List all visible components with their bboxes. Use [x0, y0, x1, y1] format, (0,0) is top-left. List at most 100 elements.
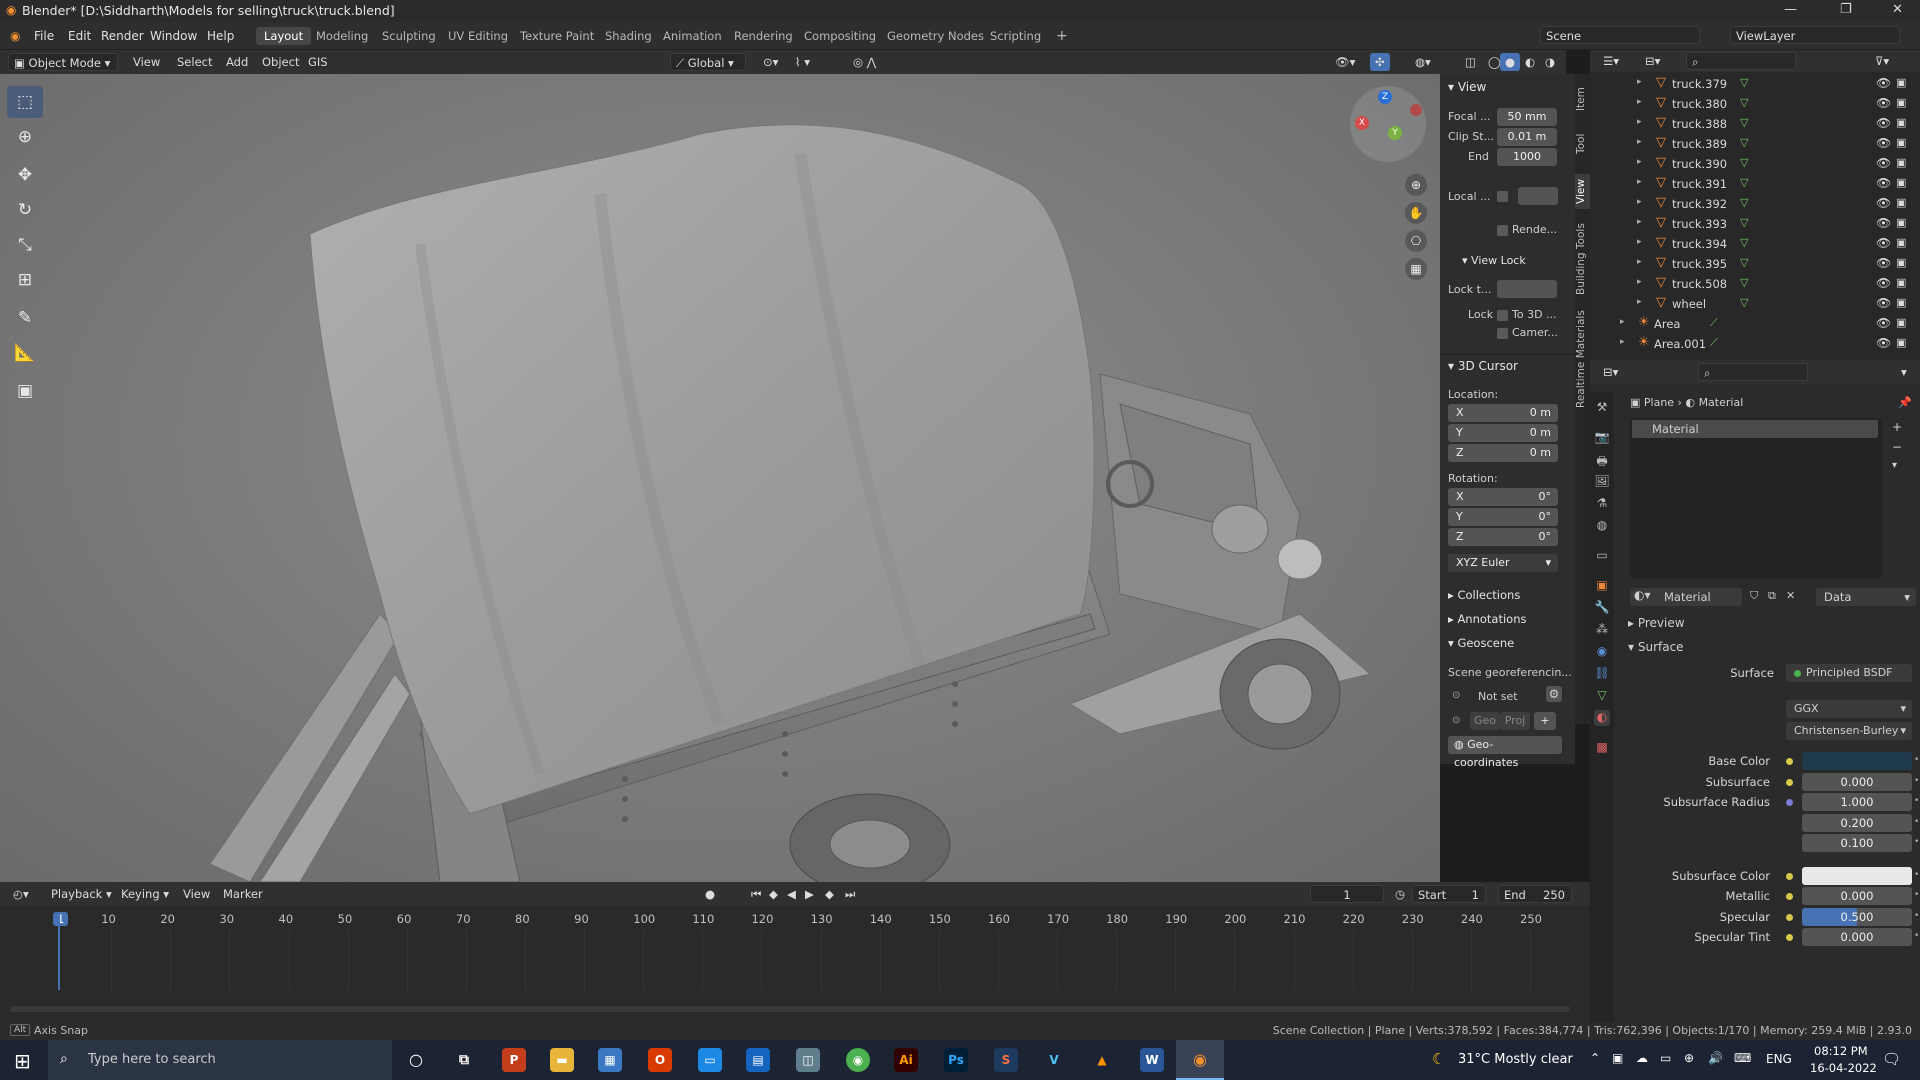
- focal-field[interactable]: 50 mm: [1497, 108, 1557, 126]
- tab-building-tools[interactable]: Building Tools: [1575, 219, 1590, 299]
- keyboard-icon[interactable]: ⌨: [1734, 1051, 1751, 1065]
- outliner-search-input[interactable]: ⌕: [1686, 52, 1796, 70]
- outliner-item-name[interactable]: truck.390: [1672, 157, 1727, 171]
- output-tab-icon[interactable]: 🖶: [1594, 452, 1610, 468]
- surface-shader-field[interactable]: Principled BSDF: [1786, 664, 1912, 682]
- tab-sculpting[interactable]: Sculpting: [374, 27, 444, 45]
- properties-editor-icon[interactable]: ⊟▾: [1598, 363, 1623, 381]
- menu-add[interactable]: Add: [221, 53, 253, 71]
- notification-icon[interactable]: 🗨: [1882, 1050, 1901, 1068]
- eye-icon[interactable]: 👁: [1876, 176, 1891, 190]
- cursor-rotation-y[interactable]: Y 0°: [1448, 508, 1558, 526]
- eye-icon[interactable]: 👁: [1876, 196, 1891, 210]
- expand-arrow-icon[interactable]: ▸: [1637, 197, 1642, 207]
- menu-timeline-view[interactable]: View: [178, 885, 215, 903]
- properties-search-input[interactable]: ⌕: [1698, 363, 1808, 381]
- unlink-icon[interactable]: ✕: [1786, 589, 1795, 602]
- tab-compositing[interactable]: Compositing: [796, 27, 884, 45]
- texture-tab-icon[interactable]: ▩: [1594, 740, 1610, 756]
- camera-icon[interactable]: ▣: [1896, 236, 1906, 249]
- scene-tab-icon[interactable]: ⚗: [1594, 496, 1610, 512]
- camera-icon[interactable]: ▣: [1896, 76, 1906, 89]
- rotation-mode-dropdown[interactable]: XYZ Euler ▾: [1448, 554, 1558, 572]
- outliner-item-name[interactable]: truck.379: [1672, 77, 1727, 91]
- menu-select[interactable]: Select: [172, 53, 217, 71]
- property-value-field[interactable]: 0.000: [1802, 772, 1912, 791]
- geo-button[interactable]: Geo: [1470, 712, 1500, 730]
- tab-scripting[interactable]: Scripting: [982, 27, 1049, 45]
- tab-modeling[interactable]: Modeling: [308, 27, 376, 45]
- material-slot[interactable]: Material: [1632, 420, 1878, 438]
- powerpoint-icon[interactable]: P: [502, 1048, 526, 1072]
- property-value-field[interactable]: 0.000: [1802, 928, 1912, 946]
- move-icon[interactable]: ✥: [7, 159, 43, 191]
- property-value-field[interactable]: 1.000: [1802, 793, 1912, 811]
- x-axis-icon[interactable]: X: [1355, 116, 1369, 130]
- eye-icon[interactable]: 👁: [1876, 116, 1891, 130]
- view-layer-selector[interactable]: ViewLayer: [1730, 26, 1900, 44]
- cursor-rotation-z[interactable]: Z 0°: [1448, 528, 1558, 546]
- rendered-shading-icon[interactable]: ◑: [1540, 53, 1560, 71]
- expand-arrow-icon[interactable]: ▸: [1637, 217, 1642, 227]
- menu-object[interactable]: Object: [257, 53, 304, 71]
- view-lock-title[interactable]: ▾ View Lock: [1462, 254, 1526, 267]
- camera-icon[interactable]: ▣: [1896, 336, 1906, 349]
- cursor-icon[interactable]: ⊕: [7, 121, 43, 153]
- tab-geometry-nodes[interactable]: Geometry Nodes: [879, 27, 992, 45]
- jump-end-icon[interactable]: ⏭: [840, 885, 860, 903]
- outliner-item-name[interactable]: truck.389: [1672, 137, 1727, 151]
- select-box-icon[interactable]: ⬚: [7, 86, 43, 118]
- keyframe-dot-icon[interactable]: •: [1914, 755, 1919, 765]
- constraints-tab-icon[interactable]: ⛓: [1594, 666, 1610, 682]
- editor-type-icon[interactable]: ☰▾: [1598, 52, 1624, 70]
- outliner-item-name[interactable]: truck.380: [1672, 97, 1727, 111]
- menu-view[interactable]: View: [128, 53, 165, 71]
- tab-animation[interactable]: Animation: [655, 27, 730, 45]
- illustrator-icon[interactable]: Ai: [894, 1048, 918, 1072]
- menu-playback[interactable]: Playback ▾: [46, 885, 117, 903]
- scale-icon[interactable]: ⤡: [7, 229, 43, 261]
- tray-app-icon[interactable]: ▣: [1612, 1051, 1623, 1065]
- property-value-field[interactable]: 0.500: [1802, 907, 1912, 926]
- menu-edit[interactable]: Edit: [68, 29, 91, 43]
- cursor-location-z[interactable]: Z0 m: [1448, 444, 1558, 462]
- camera-icon[interactable]: ▣: [1896, 276, 1906, 289]
- filter-icon[interactable]: ⊽▾: [1870, 52, 1894, 70]
- slot-menu-icon[interactable]: ▾: [1892, 460, 1897, 471]
- restore-icon[interactable]: ❐: [1840, 2, 1852, 17]
- photoshop-icon[interactable]: Ps: [944, 1048, 968, 1072]
- collection-tab-icon[interactable]: ▭: [1594, 548, 1610, 564]
- camera-icon[interactable]: ▣: [1896, 176, 1906, 189]
- clock-time[interactable]: 08:12 PM: [1814, 1044, 1868, 1058]
- outliner-row[interactable]: ▸ ▽ truck.392 ▽ 👁 ▣: [1590, 194, 1920, 214]
- camera-icon[interactable]: ▣: [1896, 216, 1906, 229]
- overlay-icon[interactable]: ◍▾: [1410, 53, 1436, 71]
- tab-layout[interactable]: Layout: [256, 27, 312, 45]
- geoscene-panel[interactable]: ▾ Geoscene: [1448, 636, 1514, 650]
- outliner-item-name[interactable]: truck.393: [1672, 217, 1727, 231]
- eye-icon[interactable]: 👁: [1876, 136, 1891, 150]
- camera-icon[interactable]: ▣: [1896, 256, 1906, 269]
- keyframe-dot-icon[interactable]: •: [1914, 911, 1919, 921]
- preview-panel[interactable]: ▸ Preview: [1628, 616, 1685, 630]
- lock-to-3d-cursor-checkbox[interactable]: [1497, 310, 1508, 321]
- property-value-field[interactable]: [1802, 752, 1912, 770]
- render-tab-icon[interactable]: 📷: [1594, 430, 1610, 446]
- camera-icon[interactable]: ▣: [1896, 136, 1906, 149]
- expand-arrow-icon[interactable]: ▸: [1637, 297, 1642, 307]
- tab-rendering[interactable]: Rendering: [726, 27, 801, 45]
- record-icon[interactable]: ●: [700, 885, 720, 903]
- property-value-field[interactable]: 0.100: [1802, 834, 1912, 852]
- transform-icon[interactable]: ⊞: [7, 264, 43, 296]
- lock-camera-checkbox[interactable]: [1497, 328, 1508, 339]
- tool-tab-icon[interactable]: ⚒: [1594, 400, 1610, 416]
- keyframe-dot-icon[interactable]: •: [1914, 870, 1919, 880]
- menu-marker[interactable]: Marker: [218, 885, 268, 903]
- snap-icon[interactable]: ⌇ ▾: [790, 53, 815, 71]
- camera-view-icon[interactable]: ⎔: [1405, 230, 1427, 252]
- distribution-dropdown[interactable]: GGX ▾: [1786, 700, 1912, 718]
- camera-icon[interactable]: ▣: [1896, 96, 1906, 109]
- annotate-icon[interactable]: ✎: [7, 302, 43, 334]
- outliner-row[interactable]: ▸ ▽ wheel ▽ 👁 ▣: [1590, 294, 1920, 314]
- file-explorer-icon[interactable]: ▬: [550, 1048, 574, 1072]
